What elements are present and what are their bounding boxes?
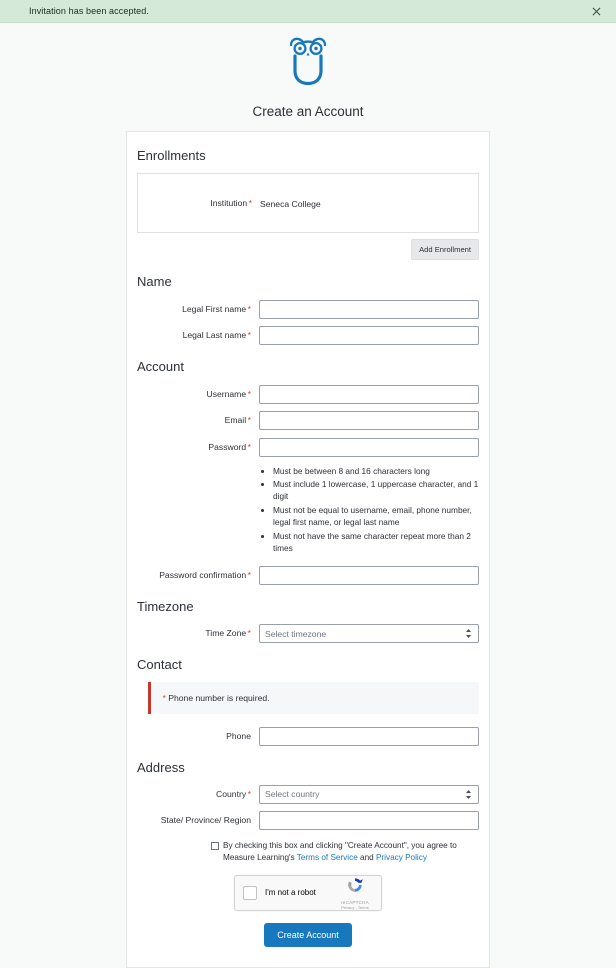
country-label: Country * [216, 788, 251, 799]
last-name-input[interactable] [259, 326, 479, 345]
username-row: Username * [137, 384, 479, 404]
submit-row: Create Account [137, 922, 479, 947]
state-row: State/ Province/ Region [137, 811, 479, 831]
flash-notification: Invitation has been accepted. [0, 0, 616, 23]
password-confirmation-row: Password confirmation * [137, 566, 479, 586]
email-label: Email * [224, 415, 251, 426]
section-title-enrollments: Enrollments [137, 148, 206, 163]
required-marker: * [247, 570, 251, 581]
section-title-name: Name [137, 274, 172, 289]
add-enrollment-row: Add Enrollment [137, 239, 479, 260]
required-marker: * [247, 441, 251, 452]
country-select[interactable]: Select country [259, 784, 479, 804]
logo-container [0, 37, 616, 91]
phone-row: Phone [137, 726, 479, 746]
required-marker: * [247, 628, 251, 639]
first-name-label: Legal First name * [182, 303, 251, 314]
recaptcha-branding: reCAPTCHA Privacy - Terms [337, 876, 373, 910]
country-row: Country * Select country [137, 784, 479, 804]
required-marker: * [248, 197, 252, 208]
password-input[interactable] [259, 437, 479, 457]
recaptcha-widget[interactable]: I'm not a robot reCAPTCHA Privacy - Term… [234, 874, 382, 911]
section-title-timezone: Timezone [137, 599, 194, 615]
password-rule-item: Must not be equal to username, email, ph… [273, 504, 479, 529]
enrollment-box: Institution * Seneca College [137, 173, 479, 233]
recaptcha-checkbox[interactable] [243, 885, 257, 900]
phone-error-banner: * Phone number is required. [148, 682, 479, 715]
consent-text-middle: and [357, 852, 376, 862]
owl-logo-icon [287, 34, 329, 91]
institution-label: Institution * [210, 197, 252, 208]
chevron-updown-icon [465, 628, 472, 639]
consent-checkbox[interactable] [211, 842, 219, 851]
section-title-address: Address [137, 759, 185, 775]
terms-of-service-link[interactable]: Terms of Service [297, 853, 358, 862]
consent-text: By checking this box and clicking "Creat… [223, 840, 479, 864]
create-account-button[interactable]: Create Account [264, 922, 352, 947]
chevron-updown-icon [465, 789, 472, 800]
last-name-row: Legal Last name * [137, 326, 479, 345]
timezone-selected-value: Select timezone [265, 628, 327, 639]
phone-input[interactable] [259, 726, 479, 746]
password-rule-item: Must not have the same character repeat … [273, 530, 479, 555]
required-marker: * [247, 303, 251, 314]
password-confirmation-label: Password confirmation * [159, 570, 251, 581]
username-input[interactable] [259, 384, 479, 404]
recaptcha-logo-icon [346, 876, 364, 899]
first-name-input[interactable] [259, 299, 479, 319]
privacy-policy-link[interactable]: Privacy Policy [376, 853, 427, 862]
state-input[interactable] [259, 811, 479, 831]
password-label: Password * [208, 441, 251, 452]
page-header: Create an Account [0, 23, 616, 119]
timezone-row: Time Zone * Select timezone [137, 624, 479, 644]
email-input[interactable] [259, 411, 479, 430]
page-title: Create an Account [252, 104, 364, 119]
last-name-label: Legal Last name * [182, 330, 251, 341]
institution-value: Seneca College [260, 199, 321, 209]
password-rule-item: Must be between 8 and 16 characters long [273, 465, 479, 477]
state-label: State/ Province/ Region [160, 815, 251, 826]
enrollment-institution-row: Institution * Seneca College [138, 186, 478, 220]
section-title-contact: Contact [137, 657, 182, 673]
password-rules: Must be between 8 and 16 characters long… [137, 465, 479, 556]
password-row: Password * [137, 437, 479, 457]
section-title-account: Account [137, 359, 184, 374]
username-label: Username * [206, 388, 251, 399]
recaptcha-container: I'm not a robot reCAPTCHA Privacy - Term… [137, 874, 479, 911]
country-selected-value: Select country [265, 789, 320, 800]
recaptcha-label: I'm not a robot [265, 888, 316, 898]
required-marker: * [247, 388, 251, 399]
flash-message: Invitation has been accepted. [29, 6, 149, 16]
timezone-select[interactable]: Select timezone [259, 624, 479, 644]
error-message-text: Phone number is required. [165, 693, 270, 704]
required-marker: * [247, 330, 251, 341]
signup-form-card: Enrollments Institution * Seneca College … [126, 131, 490, 968]
consent-row: By checking this box and clicking "Creat… [137, 840, 479, 864]
recaptcha-brand-links: Privacy - Terms [341, 904, 369, 910]
required-marker: * [247, 788, 251, 799]
add-enrollment-button[interactable]: Add Enrollment [411, 239, 479, 260]
phone-label: Phone [226, 730, 251, 741]
password-rules-list: Must be between 8 and 16 characters long… [259, 465, 479, 556]
email-row: Email * [137, 411, 479, 430]
required-marker: * [247, 415, 251, 426]
password-rule-item: Must include 1 lowercase, 1 uppercase ch… [273, 478, 479, 503]
timezone-label: Time Zone * [205, 628, 251, 639]
first-name-row: Legal First name * [137, 299, 479, 319]
error-message-body: * Phone number is required. [150, 682, 479, 715]
password-confirmation-input[interactable] [259, 566, 479, 586]
close-icon[interactable] [588, 3, 604, 19]
